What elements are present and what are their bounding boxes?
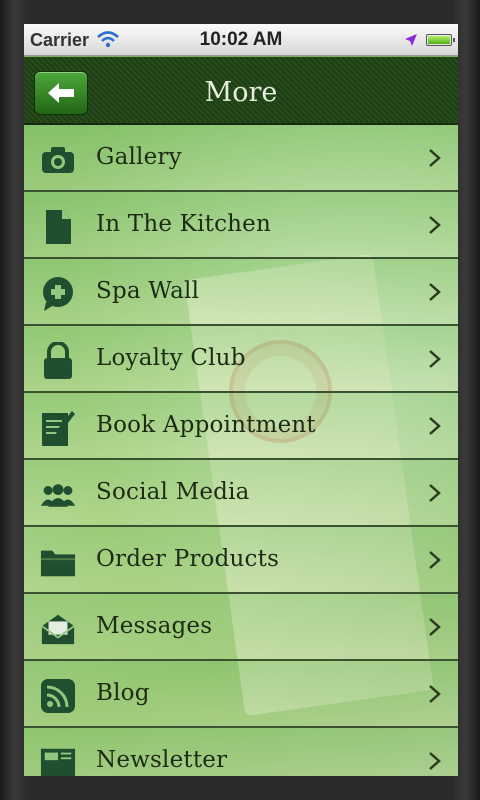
menu-item-label: Book Appointment [96,412,316,438]
menu-item-social-media[interactable]: Social Media [24,460,458,527]
lock-icon [40,342,76,379]
menu-item-label: In The Kitchen [96,211,271,237]
menu-item-label: Social Media [96,479,250,505]
location-arrow-icon [404,33,418,52]
menu-item-label: Messages [96,613,213,639]
chevron-right-icon [429,484,441,502]
menu-item-label: Newsletter [96,747,228,773]
chevron-right-icon [429,216,441,234]
rss-icon [40,678,76,714]
menu-item-label: Spa Wall [96,278,200,304]
notepad-pen-icon [40,410,76,446]
menu-list: Gallery In The Kitchen Spa Wall Loyalty … [24,125,458,776]
menu-item-book-appointment[interactable]: Book Appointment [24,393,458,460]
menu-item-blog[interactable]: Blog [24,661,458,728]
menu-item-loyalty-club[interactable]: Loyalty Club [24,326,458,393]
screen: Carrier 10:02 AM More Gallery In The Kit… [24,24,458,776]
battery-icon [426,34,455,46]
menu-item-gallery[interactable]: Gallery [24,125,458,192]
chevron-right-icon [429,350,441,368]
menu-item-label: Gallery [96,144,182,170]
chevron-right-icon [429,149,441,167]
menu-item-label: Order Products [96,546,280,572]
people-icon [40,477,76,513]
navigation-bar: More [24,57,458,125]
chevron-right-icon [429,685,441,703]
menu-item-label: Blog [96,680,150,706]
menu-item-label: Loyalty Club [96,345,246,371]
menu-item-order-products[interactable]: Order Products [24,527,458,594]
device-frame: Carrier 10:02 AM More Gallery In The Kit… [0,0,480,800]
menu-item-newsletter[interactable]: Newsletter [24,728,458,776]
chat-plus-icon [40,276,76,312]
status-bar: Carrier 10:02 AM [24,24,458,56]
page-title: More [204,77,278,108]
menu-item-spa-wall[interactable]: Spa Wall [24,259,458,326]
camera-icon [40,142,76,178]
document-icon [40,209,76,245]
chevron-right-icon [429,752,441,770]
clock: 10:02 AM [199,29,283,50]
chevron-right-icon [429,618,441,636]
envelope-icon [40,611,76,647]
menu-item-in-the-kitchen[interactable]: In The Kitchen [24,192,458,259]
chevron-right-icon [429,417,441,435]
menu-item-messages[interactable]: Messages [24,594,458,661]
chevron-right-icon [429,283,441,301]
chevron-right-icon [429,551,441,569]
newspaper-icon [40,745,76,776]
folder-icon [40,544,76,580]
